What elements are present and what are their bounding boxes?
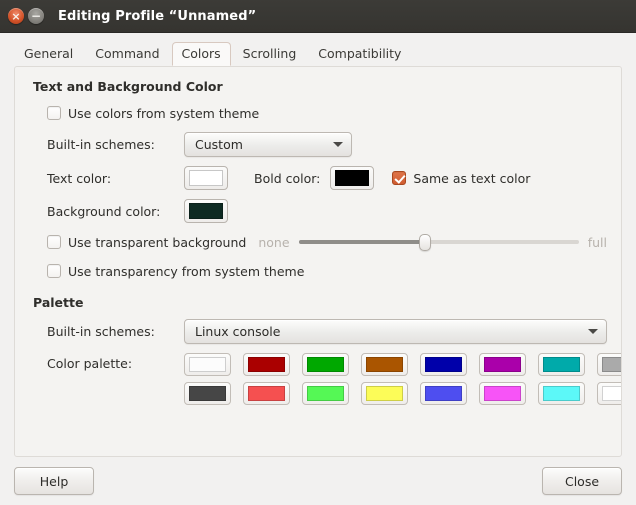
palette-row bbox=[184, 353, 621, 376]
minimize-icon: − bbox=[30, 9, 42, 23]
use-transparency-system-theme-checkbox[interactable] bbox=[47, 264, 61, 278]
palette-color-swatch bbox=[366, 357, 403, 372]
palette-color-button-1-7[interactable] bbox=[597, 382, 621, 405]
use-system-theme-row[interactable]: Use colors from system theme bbox=[29, 103, 607, 123]
palette-color-swatch bbox=[189, 357, 226, 372]
palette-color-swatch bbox=[602, 357, 621, 372]
tab-bar: General Command Colors Scrolling Compati… bbox=[0, 33, 636, 66]
bold-color-label: Bold color: bbox=[254, 170, 321, 186]
palette-color-button-1-6[interactable] bbox=[538, 382, 585, 405]
palette-builtin-schemes-row: Built-in schemes: Linux console bbox=[29, 319, 607, 344]
transparent-background-row: Use transparent background none full bbox=[29, 232, 607, 252]
palette-color-button-0-0[interactable] bbox=[184, 353, 231, 376]
background-color-swatch bbox=[189, 203, 223, 219]
transparency-slider-group: none full bbox=[258, 234, 607, 251]
close-icon: × bbox=[11, 9, 21, 23]
transparency-system-theme-row: Use transparency from system theme bbox=[29, 261, 607, 281]
tab-colors[interactable]: Colors bbox=[171, 42, 231, 66]
builtin-schemes-value: Custom bbox=[195, 137, 243, 152]
palette-color-button-1-5[interactable] bbox=[479, 382, 526, 405]
palette-color-button-0-7[interactable] bbox=[597, 353, 621, 376]
use-system-theme-label: Use colors from system theme bbox=[68, 105, 260, 121]
background-color-button[interactable] bbox=[184, 199, 228, 223]
colors-tab-panel: Text and Background Color Use colors fro… bbox=[14, 66, 622, 457]
palette-color-swatch bbox=[425, 357, 462, 372]
text-color-label: Text color: bbox=[47, 170, 112, 186]
palette-color-button-1-3[interactable] bbox=[361, 382, 408, 405]
titlebar: × − Editing Profile “Unnamed” bbox=[0, 0, 636, 33]
palette-color-swatch bbox=[248, 357, 285, 372]
transparency-slider[interactable] bbox=[298, 234, 579, 251]
color-palette-row: Color palette: bbox=[29, 353, 621, 405]
text-color-swatch bbox=[189, 170, 223, 186]
chevron-down-icon bbox=[588, 329, 598, 334]
slider-handle[interactable] bbox=[418, 234, 431, 251]
palette-color-swatch bbox=[425, 386, 462, 401]
color-palette-grid bbox=[184, 353, 621, 405]
tab-scrolling[interactable]: Scrolling bbox=[233, 42, 307, 66]
builtin-schemes-row: Built-in schemes: Custom bbox=[29, 132, 607, 157]
window-title: Editing Profile “Unnamed” bbox=[58, 8, 257, 24]
close-window-button[interactable]: × bbox=[8, 8, 24, 24]
palette-color-button-0-3[interactable] bbox=[361, 353, 408, 376]
tab-general[interactable]: General bbox=[14, 42, 83, 66]
palette-color-swatch bbox=[307, 357, 344, 372]
palette-color-swatch bbox=[602, 386, 621, 401]
palette-color-button-0-6[interactable] bbox=[538, 353, 585, 376]
same-as-text-color-label: Same as text color bbox=[413, 170, 531, 186]
palette-color-swatch bbox=[543, 386, 580, 401]
palette-color-swatch bbox=[189, 386, 226, 401]
palette-color-swatch bbox=[484, 386, 521, 401]
text-color-row: Text color: Bold color: Same as text col… bbox=[29, 166, 607, 190]
text-background-section-title: Text and Background Color bbox=[33, 79, 223, 94]
palette-row bbox=[184, 382, 621, 405]
editing-profile-dialog: × − Editing Profile “Unnamed” General Co… bbox=[0, 0, 636, 505]
chevron-down-icon bbox=[333, 142, 343, 147]
palette-color-swatch bbox=[366, 386, 403, 401]
palette-color-button-0-1[interactable] bbox=[243, 353, 290, 376]
use-transparent-background-label: Use transparent background bbox=[68, 234, 247, 250]
palette-color-button-1-4[interactable] bbox=[420, 382, 467, 405]
palette-builtin-schemes-label: Built-in schemes: bbox=[47, 324, 155, 339]
builtin-schemes-label: Built-in schemes: bbox=[47, 137, 155, 152]
palette-builtin-schemes-dropdown[interactable]: Linux console bbox=[184, 319, 607, 344]
builtin-schemes-dropdown[interactable]: Custom bbox=[184, 132, 352, 157]
slider-min-label: none bbox=[258, 234, 290, 250]
tab-command[interactable]: Command bbox=[85, 42, 169, 66]
palette-color-swatch bbox=[543, 357, 580, 372]
slider-max-label: full bbox=[587, 234, 607, 250]
palette-color-button-0-4[interactable] bbox=[420, 353, 467, 376]
palette-section-title: Palette bbox=[33, 295, 84, 310]
text-color-button[interactable] bbox=[184, 166, 228, 190]
palette-builtin-schemes-value: Linux console bbox=[195, 324, 281, 339]
use-transparent-background-checkbox[interactable] bbox=[47, 235, 61, 249]
palette-color-swatch bbox=[484, 357, 521, 372]
palette-color-button-1-2[interactable] bbox=[302, 382, 349, 405]
use-transparency-system-theme-label: Use transparency from system theme bbox=[68, 263, 305, 279]
palette-color-button-0-5[interactable] bbox=[479, 353, 526, 376]
bold-color-button[interactable] bbox=[330, 166, 375, 190]
background-color-label: Background color: bbox=[47, 203, 161, 219]
color-palette-label: Color palette: bbox=[47, 356, 133, 371]
palette-color-button-1-1[interactable] bbox=[243, 382, 290, 405]
use-system-theme-checkbox[interactable] bbox=[47, 106, 61, 120]
bold-color-swatch bbox=[335, 170, 370, 186]
palette-color-button-1-0[interactable] bbox=[184, 382, 231, 405]
tab-compatibility[interactable]: Compatibility bbox=[308, 42, 411, 66]
close-button[interactable]: Close bbox=[542, 467, 622, 495]
help-button[interactable]: Help bbox=[14, 467, 94, 495]
dialog-button-bar: Help Close bbox=[0, 457, 636, 505]
same-as-text-color-checkbox[interactable] bbox=[392, 171, 407, 185]
palette-color-swatch bbox=[248, 386, 285, 401]
palette-color-button-0-2[interactable] bbox=[302, 353, 349, 376]
minimize-window-button[interactable]: − bbox=[28, 8, 44, 24]
palette-color-swatch bbox=[307, 386, 344, 401]
slider-track-fill bbox=[298, 240, 425, 244]
background-color-row: Background color: bbox=[29, 199, 607, 223]
